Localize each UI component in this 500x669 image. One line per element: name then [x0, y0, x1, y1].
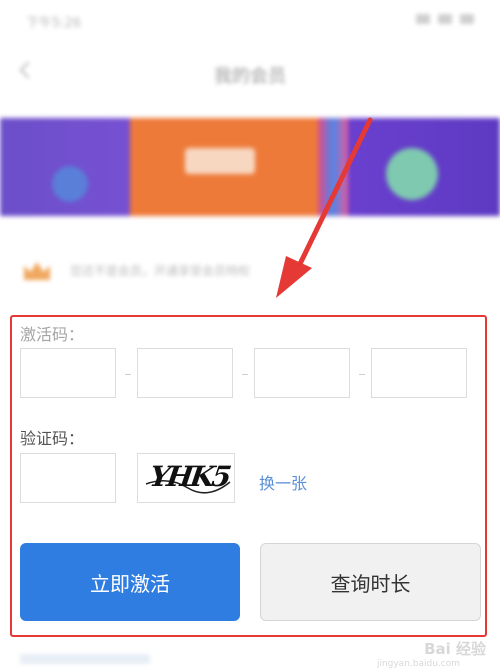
banner-stripe [318, 118, 348, 216]
separator-dash [242, 374, 248, 375]
captcha-image[interactable]: YHK5 [137, 453, 235, 503]
verification-code-input[interactable] [20, 453, 116, 503]
wifi-icon [438, 14, 452, 24]
activation-code-input-3[interactable] [254, 348, 350, 398]
activation-code-input-4[interactable] [371, 348, 467, 398]
activate-now-button[interactable]: 立即激活 [20, 543, 240, 621]
banner-decoration-icon [52, 166, 88, 202]
status-icons [416, 14, 474, 24]
status-time: 下午5:26 [26, 16, 82, 31]
banner-avatar-icon [386, 148, 438, 200]
separator-dash [359, 374, 365, 375]
battery-icon [460, 14, 474, 24]
activation-code-label: 激活码： [20, 325, 85, 344]
status-bar: 下午5:26 [0, 0, 500, 42]
vip-status-row: 您还不是会员，开通享受会员特权 [0, 240, 500, 300]
captcha-text: YHK5 [147, 460, 231, 493]
bottom-content-blur [20, 654, 150, 664]
verification-code-label: 验证码： [20, 429, 85, 448]
signal-icon [416, 14, 430, 24]
vip-status-text: 您还不是会员，开通享受会员特权 [70, 264, 251, 278]
banner-label [185, 148, 255, 174]
separator-dash [125, 374, 131, 375]
crown-icon [24, 262, 50, 280]
watermark-logo: Bai 经验 [424, 640, 486, 658]
watermark-url: jingyan.baidu.com [376, 659, 460, 669]
refresh-captcha-link[interactable]: 换一张 [259, 470, 307, 494]
promo-banner[interactable] [0, 118, 500, 216]
activation-code-input-1[interactable] [20, 348, 116, 398]
page-title: 我的会员 [214, 66, 286, 87]
query-duration-button[interactable]: 查询时长 [260, 543, 481, 621]
activation-code-input-2[interactable] [137, 348, 233, 398]
nav-bar: 我的会员 [0, 42, 500, 104]
